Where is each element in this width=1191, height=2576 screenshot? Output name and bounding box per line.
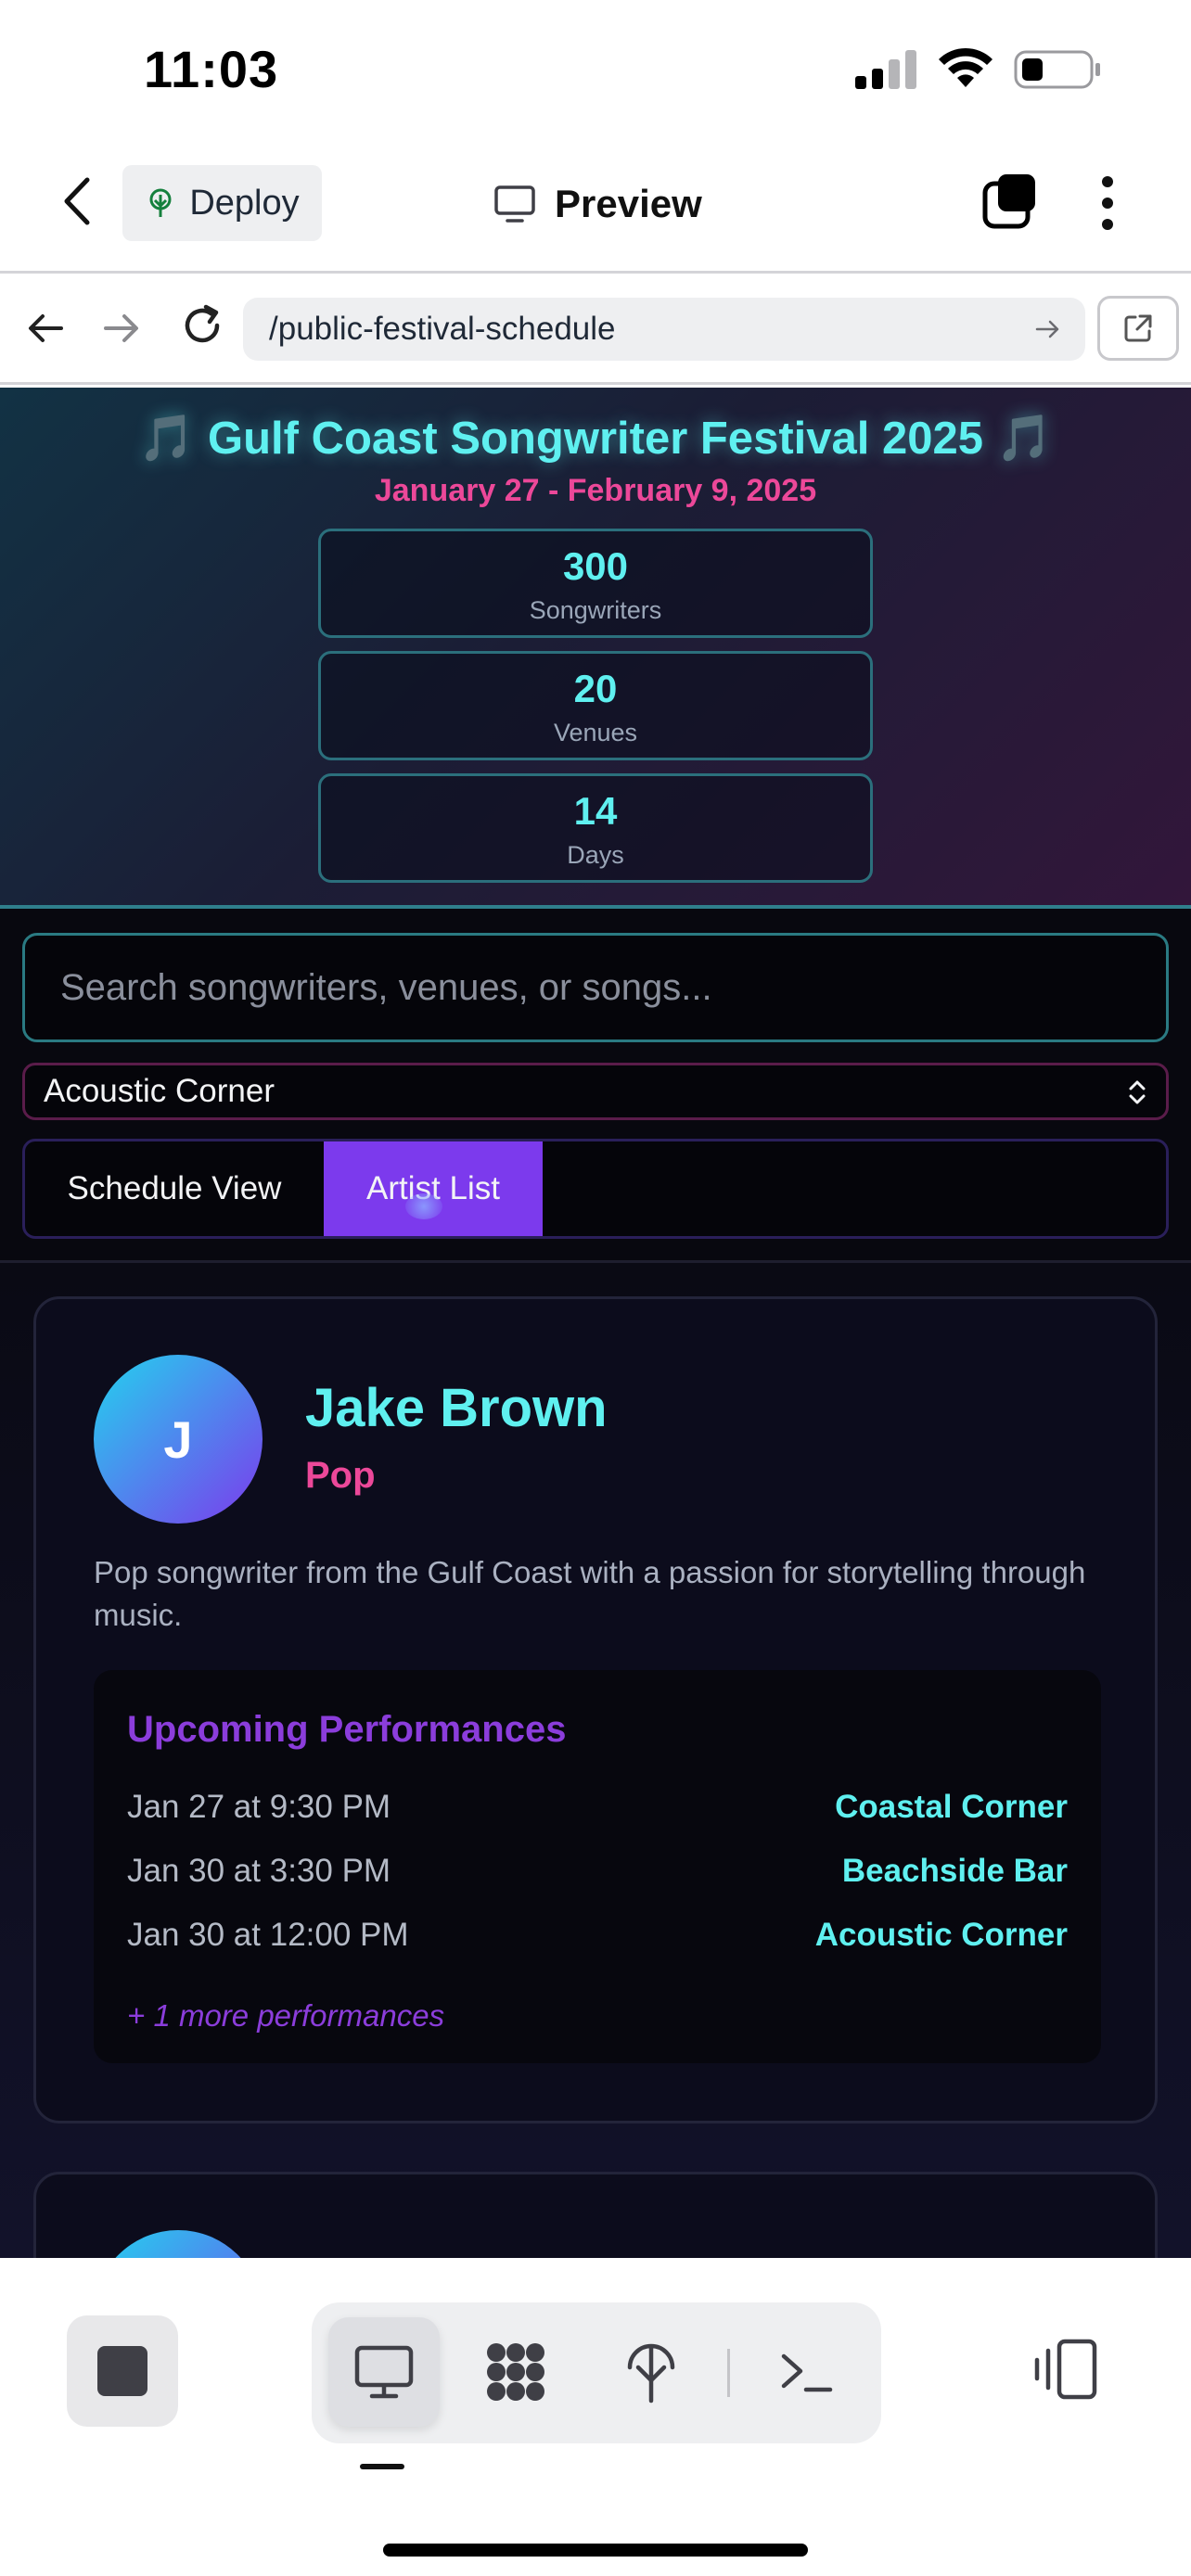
filter-controls: Acoustic Corner Schedule View Artist Lis… [0,909,1191,1263]
wifi-icon [939,47,992,87]
cellular-signal-icon [855,50,916,89]
avatar [94,2230,263,2258]
shell-tool-button[interactable] [751,2317,863,2427]
bottom-toolbar [0,2258,1191,2576]
status-bar: 11:03 [0,0,1191,139]
tool-group [312,2302,881,2443]
festival-title: 🎵 Gulf Coast Songwriter Festival 2025 🎵 [138,414,1053,464]
url-text: /public-festival-schedule [269,311,616,347]
tabs-icon[interactable] [981,172,1039,230]
arrow-right-icon[interactable] [100,307,143,350]
performance-time: Jan 30 at 3:30 PM [127,1853,391,1889]
preview-title: Preview [493,176,702,232]
deploy-button[interactable]: Deploy [122,165,322,241]
terminal-icon [781,2353,833,2392]
browser-bar: /public-festival-schedule [0,274,1191,385]
search-input[interactable] [22,933,1169,1042]
arrow-left-icon[interactable] [24,307,67,350]
external-link-icon [1124,314,1152,342]
performance-row: Jan 30 at 3:30 PM Beachside Bar [127,1853,1068,1899]
app-header: Deploy Preview [0,139,1191,274]
view-tabs: Schedule View Artist List [22,1139,1169,1239]
apps-grid-icon [487,2343,544,2401]
select-caret-icon [1129,1080,1146,1104]
performances-heading: Upcoming Performances [127,1709,567,1750]
stop-button[interactable] [67,2315,178,2427]
tab-schedule-view[interactable]: Schedule View [25,1141,324,1236]
stat-value: 300 [562,544,629,588]
preview-label: Preview [555,182,702,225]
stat-label: Venues [553,719,638,746]
battery-icon [1014,50,1100,89]
active-tab-indicator [360,2464,404,2469]
open-external-button[interactable] [1097,296,1179,361]
stat-days: 14 Days [318,773,873,883]
artist-bio: Pop songwriter from the Gulf Coast with … [94,1555,1086,1632]
status-time: 11:03 [144,40,279,98]
stat-value: 14 [573,789,618,833]
performance-venue[interactable]: Coastal Corner [835,1789,1068,1826]
stat-value: 20 [573,667,618,710]
deploy-label: Deploy [189,183,300,223]
apps-tool-button[interactable] [460,2317,571,2427]
artist-name: Jake Brown [305,1378,608,1438]
performance-venue[interactable]: Acoustic Corner [815,1917,1068,1954]
performance-row: Jan 27 at 9:30 PM Coastal Corner [127,1789,1068,1835]
stat-label: Days [567,841,624,869]
monitor-icon [494,185,535,223]
artist-card[interactable]: J Jake Brown Pop Pop songwriter from the… [33,1296,1158,2123]
artist-genre: Pop [305,1455,376,1496]
web-content: 🎵 Gulf Coast Songwriter Festival 2025 🎵 … [0,388,1191,2258]
reload-icon[interactable] [178,301,226,350]
venue-select[interactable]: Acoustic Corner [22,1063,1169,1120]
performance-venue[interactable]: Beachside Bar [842,1853,1068,1890]
performance-row: Jan 30 at 12:00 PM Acoustic Corner [127,1917,1068,1963]
divider [727,2349,730,2397]
home-indicator [383,2544,808,2557]
more-performances-link[interactable]: + 1 more performances [127,1998,444,2034]
touch-indicator [405,1193,442,1219]
tab-artist-list[interactable]: Artist List [324,1141,543,1236]
go-arrow-icon[interactable] [1033,314,1063,344]
stat-label: Songwriters [529,596,662,624]
venue-select-value: Acoustic Corner [44,1073,275,1109]
performances-panel: Upcoming Performances Jan 27 at 9:30 PM … [94,1670,1101,2063]
festival-header: 🎵 Gulf Coast Songwriter Festival 2025 🎵 … [0,388,1191,909]
performance-time: Jan 27 at 9:30 PM [127,1789,391,1825]
stat-songwriters: 300 Songwriters [318,529,873,638]
preview-tool-button[interactable] [328,2317,440,2427]
kebab-icon[interactable] [1091,172,1124,234]
deploy-tool-button[interactable] [596,2317,707,2427]
device-toggle-icon[interactable] [1030,2332,1104,2406]
stat-venues: 20 Venues [318,651,873,760]
stop-icon [97,2346,147,2396]
url-field[interactable]: /public-festival-schedule [243,298,1085,361]
deploy-tree-icon [149,188,172,217]
artist-card[interactable] [33,2172,1158,2258]
chevron-left-icon[interactable] [56,172,102,230]
monitor-icon [354,2345,414,2399]
avatar: J [94,1355,263,1524]
performance-time: Jan 30 at 12:00 PM [127,1917,409,1953]
artist-list: J Jake Brown Pop Pop songwriter from the… [0,1263,1191,2258]
deploy-tree-icon [627,2343,675,2404]
festival-dates: January 27 - February 9, 2025 [374,473,817,508]
